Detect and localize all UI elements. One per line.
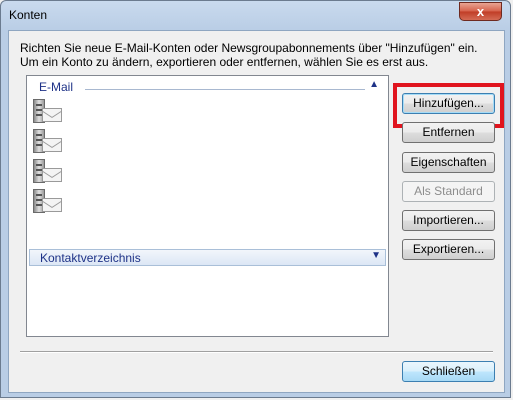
envelope-icon (42, 198, 62, 212)
window-close-button[interactable]: x (459, 2, 502, 21)
email-group-label: E-Mail (39, 80, 78, 94)
email-group-header[interactable]: E-Mail ▲ (31, 79, 381, 95)
add-button[interactable]: Hinzufügen... (402, 93, 495, 114)
window-title: Konten (9, 8, 48, 22)
set-default-button[interactable]: Als Standard (402, 181, 495, 202)
title-bar: Konten x (1, 1, 510, 31)
chevron-down-icon[interactable]: ▼ (371, 250, 381, 261)
accounts-list[interactable]: E-Mail ▲ Kontaktverzeichnis ▼ (26, 75, 389, 337)
remove-button[interactable]: Entfernen (402, 122, 495, 143)
envelope-icon (42, 168, 62, 182)
email-account-item[interactable] (33, 129, 63, 155)
envelope-icon (42, 138, 62, 152)
properties-button[interactable]: Eigenschaften (402, 152, 495, 173)
envelope-icon (42, 108, 62, 122)
footer-divider (20, 351, 493, 353)
close-button[interactable]: Schließen (402, 361, 495, 382)
directory-group-label: Kontaktverzeichnis (40, 251, 141, 265)
accounts-dialog: Konten x Richten Sie neue E-Mail-Konten … (0, 0, 511, 398)
dialog-body: Richten Sie neue E-Mail-Konten oder News… (8, 30, 505, 393)
group-divider (85, 89, 365, 90)
directory-group-header[interactable]: Kontaktverzeichnis ▼ (29, 249, 386, 266)
email-account-item[interactable] (33, 99, 63, 125)
close-icon: x (476, 4, 485, 19)
chevron-up-icon[interactable]: ▲ (369, 79, 379, 90)
export-button[interactable]: Exportieren... (402, 239, 495, 260)
email-account-item[interactable] (33, 159, 63, 185)
email-account-item[interactable] (33, 189, 63, 215)
import-button[interactable]: Importieren... (402, 210, 495, 231)
intro-line-2: Um ein Konto zu ändern, exportieren oder… (20, 55, 429, 69)
intro-text: Richten Sie neue E-Mail-Konten oder News… (20, 41, 490, 69)
intro-line-1: Richten Sie neue E-Mail-Konten oder News… (20, 41, 478, 55)
